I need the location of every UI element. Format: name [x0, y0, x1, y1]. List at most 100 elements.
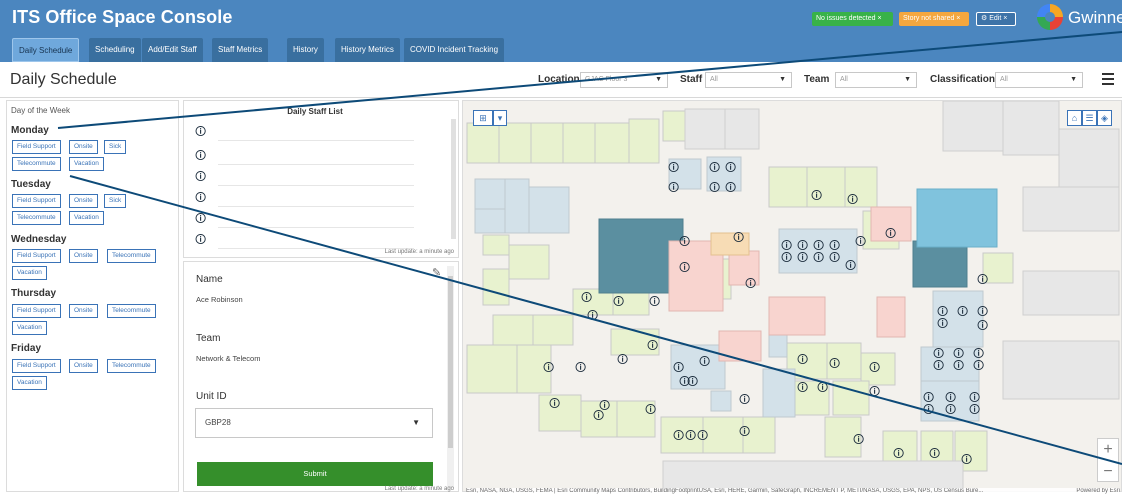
chip-tuesday-sick[interactable]: Sick [104, 194, 127, 208]
day-wednesday: Wednesday [11, 234, 67, 245]
svg-text:🛈: 🛈 [929, 447, 940, 460]
chevron-down-icon[interactable]: ▾ [493, 110, 507, 126]
tab-staff-metrics[interactable]: Staff Metrics [212, 38, 269, 62]
tab-daily-schedule[interactable]: Daily Schedule [12, 38, 80, 62]
scrollbar[interactable] [447, 266, 454, 488]
staff-list-title: Daily Staff List [287, 107, 343, 116]
tab-history[interactable]: History [287, 38, 324, 62]
info-icon[interactable]: 🛈 [195, 123, 206, 142]
chip-thursday-telecommute[interactable]: Telecommute [107, 304, 156, 318]
chip-wednesday-onsite[interactable]: Onsite [69, 249, 98, 263]
menu-icon[interactable] [1102, 73, 1114, 88]
chip-thursday-field-support[interactable]: Field Support [12, 304, 61, 318]
info-icon[interactable]: 🛈 [195, 231, 206, 250]
status-badge-issues[interactable]: No issues detected × [812, 12, 893, 26]
map-attribution: Esri, NASA, NGA, USGS, FEMA | Esri Commu… [466, 488, 1120, 494]
svg-text:🛈: 🛈 [869, 385, 880, 398]
list-item[interactable]: 🛈 [184, 119, 446, 143]
floor-map[interactable]: 🛈 🛈 🛈 🛈 🛈 🛈 🛈 🛈 🛈 🛈 🛈 🛈 🛈 🛈 🛈 🛈 🛈 🛈 🛈 🛈 🛈 🛈 🛈 🛈 🛈 🛈 🛈 🛈 🛈 🛈 🛈 🛈… [462, 100, 1122, 492]
svg-text:🛈: 🛈 [647, 339, 658, 352]
zoom-out-button[interactable]: − [1098, 461, 1118, 483]
tab-history-metrics[interactable]: History Metrics [335, 38, 400, 62]
svg-text:🛈: 🛈 [957, 305, 968, 318]
svg-text:🛈: 🛈 [687, 375, 698, 388]
svg-text:🛈: 🛈 [811, 189, 822, 202]
svg-text:🛈: 🛈 [543, 361, 554, 374]
team-field-label: Team [196, 333, 221, 344]
last-update-text: Last update: a minute ago [384, 486, 454, 492]
scrollbar[interactable] [451, 119, 456, 239]
chip-tuesday-vacation[interactable]: Vacation [69, 211, 104, 225]
tab-add-edit-staff[interactable]: Add/Edit Staff [142, 38, 203, 62]
chip-tuesday-onsite[interactable]: Onsite [69, 194, 98, 208]
tab-scheduling[interactable]: Scheduling [89, 38, 141, 62]
tab-bar: Daily Schedule Scheduling Add/Edit Staff… [0, 36, 1122, 62]
basemap-icon[interactable]: ⊞ [473, 110, 493, 126]
chip-friday-vacation[interactable]: Vacation [12, 376, 47, 390]
svg-text:🛈: 🛈 [847, 193, 858, 206]
svg-text:🛈: 🛈 [679, 261, 690, 274]
chip-wednesday-telecommute[interactable]: Telecommute [107, 249, 156, 263]
svg-text:🛈: 🛈 [937, 317, 948, 330]
svg-text:🛈: 🛈 [697, 429, 708, 442]
chip-friday-telecommute[interactable]: Telecommute [107, 359, 156, 373]
svg-text:🛈: 🛈 [725, 181, 736, 194]
edit-button[interactable]: ⚙ Edit × [976, 12, 1016, 26]
chip-monday-field-support[interactable]: Field Support [12, 140, 61, 154]
svg-text:🛈: 🛈 [869, 361, 880, 374]
floor-plan-graphic: 🛈🛈 🛈 🛈🛈 🛈 🛈 🛈🛈🛈 🛈🛈🛈 🛈 🛈 🛈 🛈 🛈 🛈 🛈 🛈 🛈🛈 🛈 🛈 🛈 🛈🛈 🛈 🛈 🛈🛈… [463, 101, 1121, 491]
svg-text:🛈: 🛈 [969, 403, 980, 416]
chip-monday-onsite[interactable]: Onsite [69, 140, 98, 154]
page-toolbar: Daily Schedule Location GJAC Floor 3 ▼ St… [0, 62, 1122, 98]
list-item[interactable]: 🛈 [184, 227, 446, 251]
staff-select[interactable]: All ▼ [705, 72, 792, 88]
status-badge-story[interactable]: Story not shared × [899, 12, 969, 26]
chip-wednesday-vacation[interactable]: Vacation [12, 266, 47, 280]
zoom-in-button[interactable]: + [1098, 439, 1118, 461]
gwinnett-logo-icon [1037, 4, 1063, 30]
chip-tuesday-field-support[interactable]: Field Support [12, 194, 61, 208]
day-thursday: Thursday [11, 288, 57, 299]
tab-covid-incident-tracking[interactable]: COVID Incident Tracking [404, 38, 505, 62]
submit-button[interactable]: Submit [197, 462, 433, 486]
chevron-down-icon: ▼ [1070, 76, 1077, 83]
team-value: Network & Telecom [196, 354, 261, 363]
chip-wednesday-field-support[interactable]: Field Support [12, 249, 61, 263]
svg-text:🛈: 🛈 [587, 309, 598, 322]
location-label: Location [538, 74, 580, 85]
last-update-text: Last update: a minute ago [384, 249, 454, 255]
chip-monday-telecommute[interactable]: Telecommute [12, 157, 61, 171]
svg-text:🛈: 🛈 [725, 161, 736, 174]
classification-select[interactable]: All ▼ [995, 72, 1083, 88]
zoom-control[interactable]: + − [1097, 438, 1119, 482]
chip-thursday-vacation[interactable]: Vacation [12, 321, 47, 335]
chevron-down-icon: ▼ [779, 76, 786, 83]
layers-icon[interactable]: ◈ [1097, 110, 1112, 126]
svg-text:🛈: 🛈 [739, 425, 750, 438]
day-of-week-panel: Day of the Week Monday Field Support Ons… [6, 100, 179, 492]
brand-name: Gwinnett [1068, 8, 1122, 27]
chip-friday-field-support[interactable]: Field Support [12, 359, 61, 373]
svg-text:🛈: 🛈 [797, 381, 808, 394]
svg-text:🛈: 🛈 [673, 361, 684, 374]
chevron-down-icon: ▼ [904, 76, 911, 83]
chip-tuesday-telecommute[interactable]: Telecommute [12, 211, 61, 225]
svg-text:🛈: 🛈 [945, 403, 956, 416]
chip-friday-onsite[interactable]: Onsite [69, 359, 98, 373]
svg-text:🛈: 🛈 [745, 277, 756, 290]
unit-id-select[interactable]: GBP28 ▼ [195, 408, 433, 438]
svg-text:🛈: 🛈 [953, 359, 964, 372]
svg-text:🛈: 🛈 [797, 353, 808, 366]
chip-monday-vacation[interactable]: Vacation [69, 157, 104, 171]
legend-icon[interactable]: ☰ [1082, 110, 1097, 126]
day-of-week-label: Day of the Week [11, 106, 70, 115]
chevron-down-icon: ▼ [655, 76, 662, 83]
location-select[interactable]: GJAC Floor 3 ▼ [580, 72, 668, 88]
svg-text:🛈: 🛈 [739, 393, 750, 406]
edit-pencil-icon[interactable]: ✎ [432, 266, 441, 279]
team-select[interactable]: All ▼ [835, 72, 917, 88]
chip-thursday-onsite[interactable]: Onsite [69, 304, 98, 318]
svg-text:🛈: 🛈 [829, 251, 840, 264]
chip-monday-sick[interactable]: Sick [104, 140, 127, 154]
home-icon[interactable]: ⌂ [1067, 110, 1082, 126]
